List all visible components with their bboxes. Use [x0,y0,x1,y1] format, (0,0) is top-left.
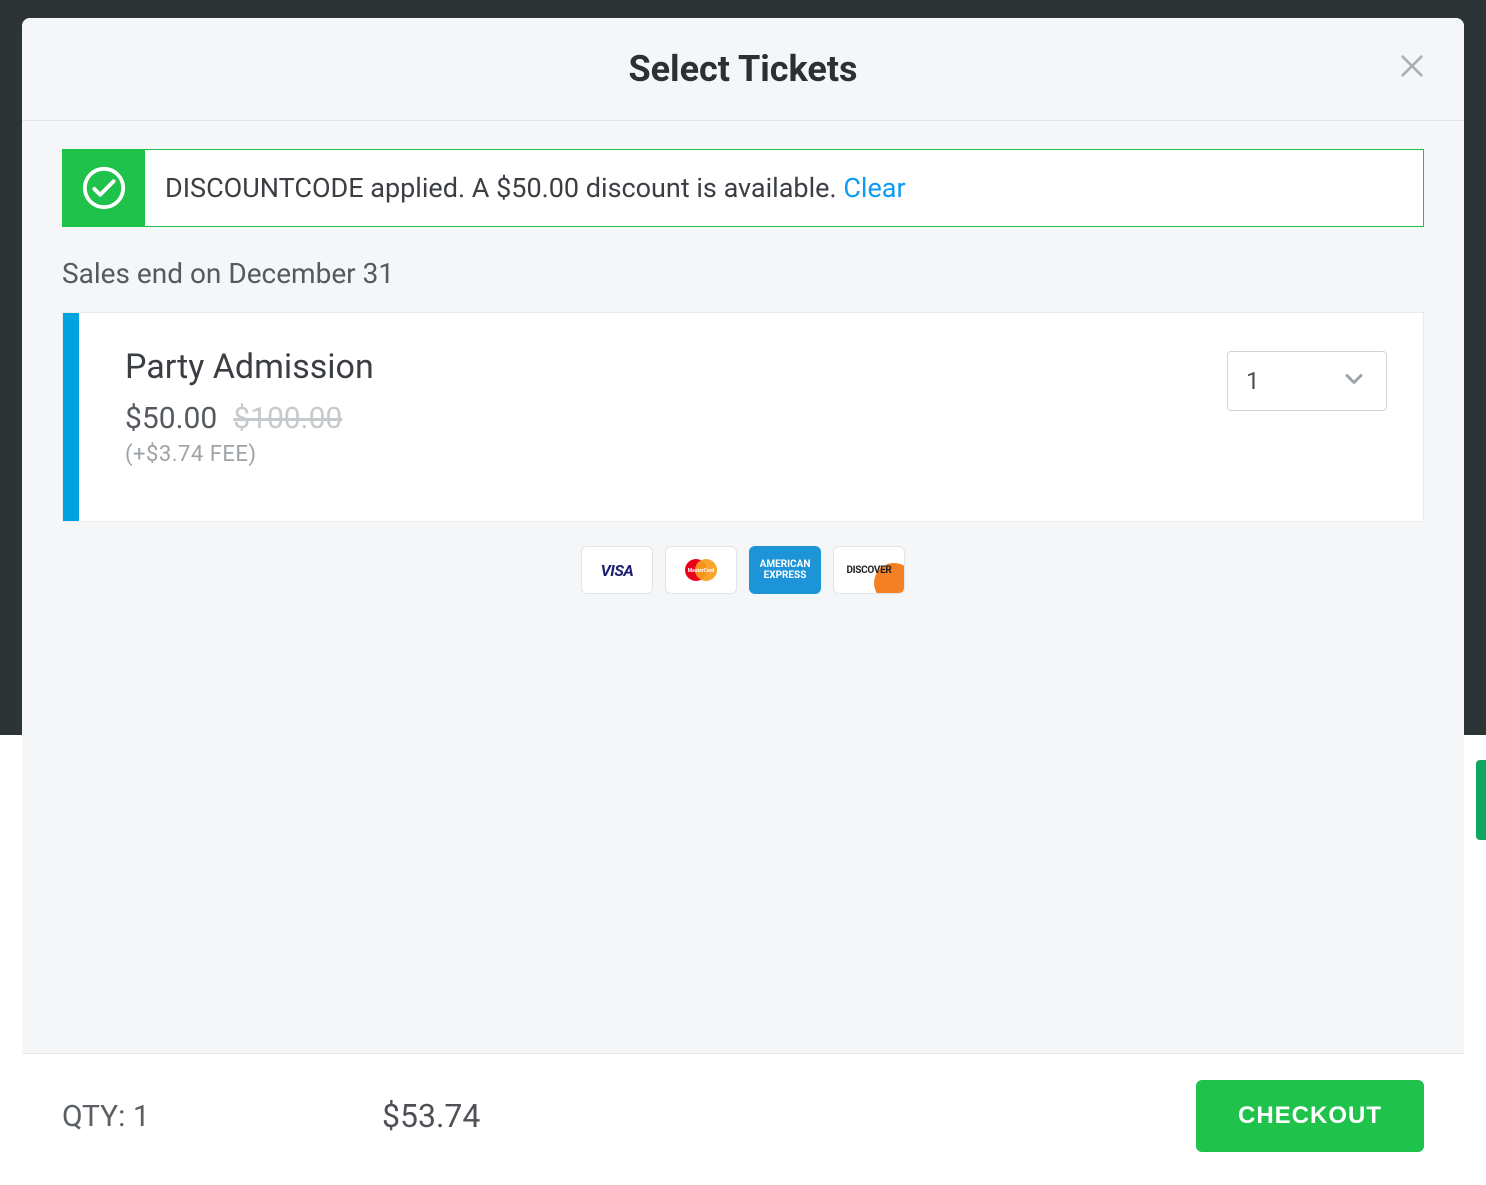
chevron-down-icon [1340,365,1368,397]
select-tickets-modal: Select Tickets DISCOUNTCODE applied. A $… [22,18,1464,1182]
visa-card-icon: VISA [581,546,653,594]
discount-icon-box [63,150,145,226]
ticket-price-row: $50.00 $100.00 [125,401,1383,436]
ticket-fee: (+$3.74 FEE) [125,442,1383,467]
footer-qty: QTY: 1 [62,1099,382,1134]
close-button[interactable] [1396,50,1428,82]
modal-title: Select Tickets [22,48,1464,90]
discover-card-icon: DISCOVER [833,546,905,594]
check-circle-icon [81,165,127,211]
footer-total: $53.74 [382,1097,480,1135]
discover-label: DISCOVER [846,565,891,576]
amex-card-icon: AMERICAN EXPRESS [749,546,821,594]
sales-end-label: Sales end on December 31 [62,257,1424,290]
ticket-accent-bar [63,313,79,521]
ticket-original-price: $100.00 [233,401,342,436]
ticket-price: $50.00 [125,401,217,436]
modal-header: Select Tickets [22,18,1464,121]
checkout-button[interactable]: CHECKOUT [1196,1080,1424,1152]
quantity-value: 1 [1246,367,1260,395]
backdrop-accent [1476,760,1486,840]
ticket-name: Party Admission [125,347,1383,387]
ticket-content: Party Admission $50.00 $100.00 (+$3.74 F… [79,313,1423,521]
ticket-card: Party Admission $50.00 $100.00 (+$3.74 F… [62,312,1424,522]
svg-text:MasterCard: MasterCard [688,568,715,574]
mastercard-icon: MasterCard [665,546,737,594]
modal-footer: QTY: 1 $53.74 CHECKOUT [22,1053,1464,1182]
discount-message-container: DISCOUNTCODE applied. A $50.00 discount … [145,150,926,226]
amex-line1: AMERICAN [760,559,811,570]
discount-message: DISCOUNTCODE applied. A $50.00 discount … [165,172,837,204]
close-icon [1396,50,1428,82]
discount-banner: DISCOUNTCODE applied. A $50.00 discount … [62,149,1424,227]
clear-discount-link[interactable]: Clear [843,172,905,204]
payment-cards-row: VISA MasterCard AMERICAN EXPRESS DISCOVE… [62,546,1424,594]
quantity-select[interactable]: 1 [1227,351,1387,411]
modal-body: DISCOUNTCODE applied. A $50.00 discount … [22,121,1464,1053]
amex-line2: EXPRESS [760,570,811,581]
